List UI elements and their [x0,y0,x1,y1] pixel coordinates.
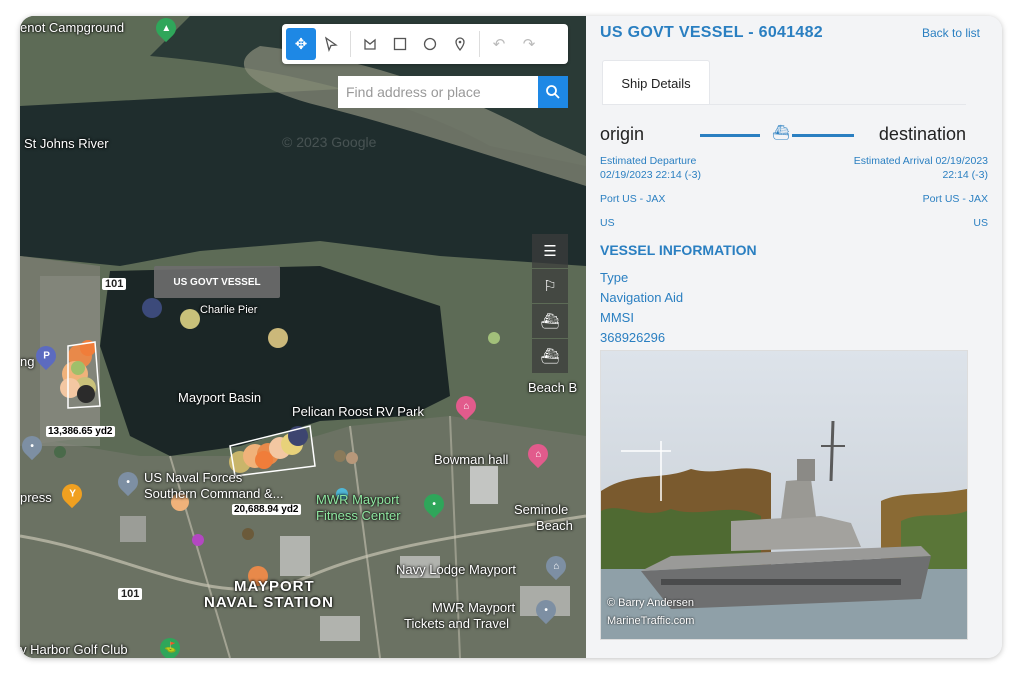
vessel-title: US GOVT VESSEL - 6041482 [600,24,824,41]
label-naval-forces: US Naval Forces [144,470,243,485]
flag-icon[interactable]: ⚐ [532,269,568,303]
origin-port: Port US - JAX [600,193,666,205]
map-side-tools: ☰ ⚐ ⛴ ⛴ [532,234,568,374]
label-river: St Johns River [24,136,109,151]
photo-credit-author: © Barry Andersen [607,597,694,609]
tab-ship-details[interactable]: Ship Details [602,60,710,105]
mmsi-value: 368926296 [600,330,666,345]
est-arrival-line2: 22:14 (-3) [942,169,988,181]
map-view[interactable]: © 2023 Google enot Campground St Johns R… [20,16,586,658]
list-icon[interactable]: ☰ [532,234,568,268]
vessel-info-heading: VESSEL INFORMATION [600,242,757,258]
vessel-tooltip: US GOVT VESSEL [154,266,280,298]
label-campground: enot Campground [20,20,125,35]
type-value: Navigation Aid [600,290,684,305]
type-label: Type [600,270,629,285]
label-naval-station: NAVAL STATION [204,594,334,611]
toolbar-divider [350,31,351,57]
origin-country: US [600,217,615,229]
back-to-list-link[interactable]: Back to list [922,26,980,40]
destination-label: destination [878,124,966,144]
marker-icon[interactable] [445,28,475,60]
label-basin: Mayport Basin [178,390,262,405]
search-input[interactable] [338,76,538,108]
road-shield-101-b: 101 [118,588,143,600]
label-mwr-tickets-1: MWR Mayport [432,600,516,615]
route-bar-left [700,134,760,137]
road-shield-101-a: 101 [102,278,127,290]
polygon-icon[interactable] [355,28,385,60]
mmsi-label: MMSI [600,310,634,325]
map-search-box [338,76,568,108]
label-beach-b: Beach B [528,380,578,395]
origin-label: origin [600,124,645,144]
label-mayport: MAYPORT [234,578,315,595]
label-southern-command: Southern Command &... [144,486,284,501]
route-bar-right [792,134,854,137]
undo-icon[interactable]: ↶ [484,28,514,60]
destination-country: US [973,217,988,229]
est-arrival-line1: Estimated Arrival 02/19/2023 [853,155,988,167]
move-icon[interactable]: ✥ [286,28,316,60]
redo-icon[interactable]: ↷ [514,28,544,60]
label-navy-lodge: Navy Lodge Mayport [396,562,516,577]
ship-details-panel: US GOVT VESSEL - 6041482 Back to list Sh… [586,16,1002,658]
label-seminole-1: Seminole [514,502,569,517]
drawing-toolbar: ✥ ↶ ↷ [282,24,568,64]
app-card: © 2023 Google enot Campground St Johns R… [20,16,1002,658]
vessel-icon[interactable]: ⛴ [532,339,568,373]
label-ng: ng [20,354,35,369]
ship-icon: ⛴ [772,124,790,140]
label-pelican: Pelican Roost RV Park [292,404,424,419]
search-button[interactable] [538,76,568,108]
label-mwr-tickets-2: Tickets and Travel [404,616,510,631]
ship-filter-icon[interactable]: ⛴ [532,304,568,338]
area-measure-label: 20,688.94 yd2 [232,504,301,515]
area-measure-label: 13,386.65 yd2 [46,426,115,437]
label-mwr-fitness-1: MWR Mayport [316,492,400,507]
select-arrow-icon[interactable] [316,28,346,60]
label-mwr-fitness-2: Fitness Center [316,508,401,523]
label-express: press [20,490,52,505]
circle-icon[interactable] [415,28,445,60]
vessel-photo-image [601,351,967,639]
toolbar-divider [479,31,480,57]
vessel-photo: © Barry Andersen MarineTraffic.com [600,350,968,640]
map-watermark: © 2023 Google [282,134,377,150]
est-departure-time: 02/19/2023 22:14 (-3) [600,169,701,181]
rectangle-icon[interactable] [385,28,415,60]
tab-divider [602,104,966,105]
label-charlie-pier: Charlie Pier [200,304,258,316]
label-bowman: Bowman hall [434,452,509,467]
est-departure-label: Estimated Departure [600,155,697,167]
search-icon [546,85,560,99]
label-golf: y Harbor Golf Club [20,642,128,657]
destination-port: Port US - JAX [922,193,988,205]
label-seminole-2: Beach [536,518,573,533]
photo-credit-site: MarineTraffic.com [607,615,695,627]
route-line: origin ⛴ destination [600,124,966,148]
